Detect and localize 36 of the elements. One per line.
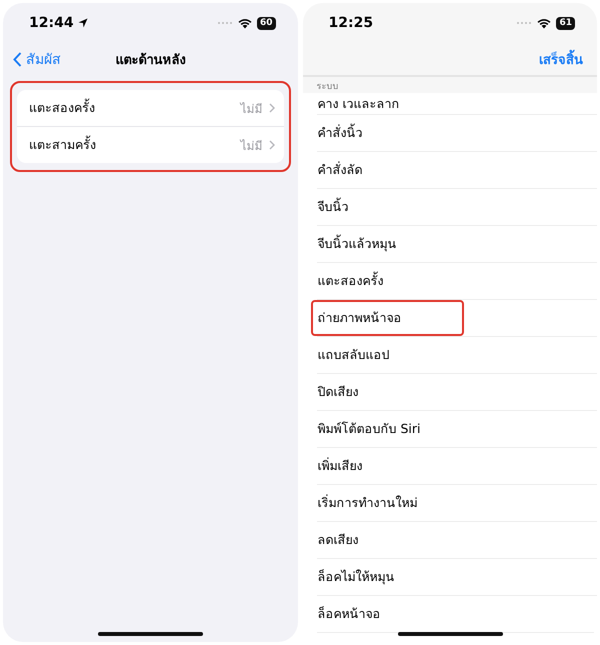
status-time: 12:44	[29, 15, 88, 31]
action-item[interactable]: แถบสลับแอป	[310, 337, 452, 373]
action-item[interactable]: ล็อคหน้าจอ	[310, 596, 442, 632]
row-label: แตะสองครั้ง	[29, 98, 96, 117]
action-item[interactable]: จีบนิ้วแล้วหมุน	[310, 226, 458, 262]
row-label: แตะสามครั้ง	[29, 135, 97, 154]
section-header: ระบบ	[302, 77, 597, 93]
action-item[interactable]: ล็อคไม่ให้หมุน	[310, 559, 456, 595]
action-item[interactable]: ถ่ายภาพหน้าจอ	[310, 300, 464, 336]
settings-row[interactable]: แตะสามครั้ง ไม่มี	[17, 126, 284, 163]
wifi-icon	[537, 18, 552, 28]
signal-icon	[216, 21, 233, 25]
signal-icon	[516, 21, 532, 25]
action-item[interactable]: แตะสองครั้ง	[310, 263, 446, 299]
status-time: 12:25	[328, 15, 374, 31]
battery-level: 61	[556, 16, 575, 30]
action-item[interactable]: จีบนิ้ว	[310, 189, 410, 225]
action-item[interactable]: ลดเสียง	[310, 522, 420, 558]
action-item[interactable]: คำสั่งนิ้ว	[310, 115, 424, 151]
row-value: ไม่มี	[240, 100, 262, 118]
page-title: แตะด้านหลัง	[115, 52, 186, 70]
action-item[interactable]: คำสั่งลัด	[310, 152, 424, 188]
chevron-left-icon	[13, 52, 22, 66]
row-value: ไม่มี	[240, 138, 262, 154]
back-button[interactable]: สัมผัส	[13, 48, 61, 70]
chevron-right-icon	[268, 103, 274, 113]
done-button[interactable]: เสร็จสิ้น	[535, 48, 587, 70]
action-item[interactable]: เพิ่มเสียง	[310, 448, 424, 484]
battery-level: 60	[256, 16, 276, 30]
chevron-right-icon	[268, 140, 274, 150]
action-item[interactable]: ปิดเสียง	[310, 374, 420, 410]
action-item[interactable]: พิมพ์โต้ตอบกับ Siri	[310, 411, 482, 447]
settings-row[interactable]: แตะสองครั้ง ไม่มี	[17, 90, 284, 126]
action-item[interactable]: เริ่มการทำงานใหม่	[310, 485, 480, 521]
action-item[interactable]: คาง เวและลาก	[310, 92, 462, 116]
wifi-icon	[238, 18, 252, 28]
